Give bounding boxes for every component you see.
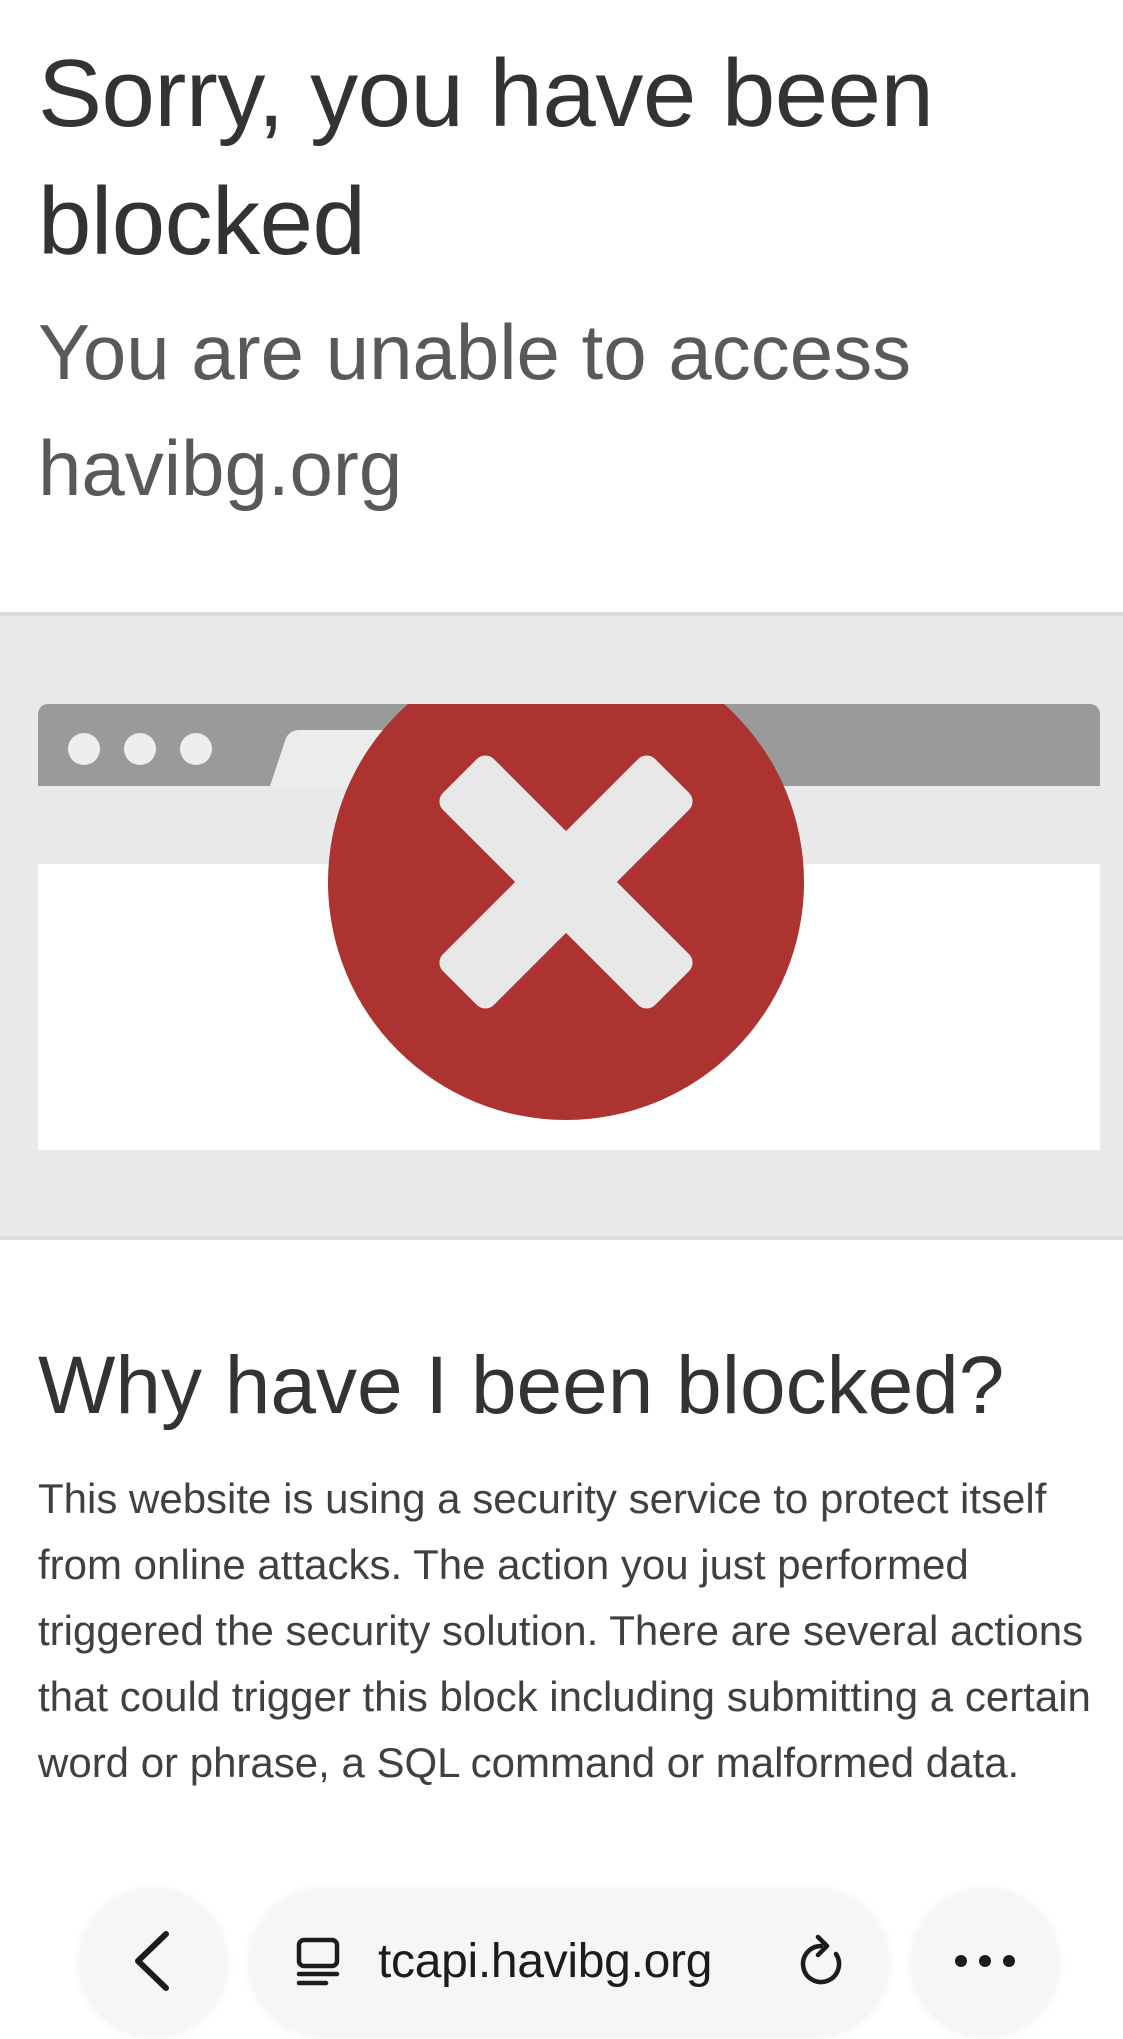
reload-icon[interactable]: [794, 1934, 848, 1990]
more-options-button[interactable]: [912, 1888, 1058, 2034]
chevron-left-icon: [135, 1931, 169, 1991]
blocked-banner: [0, 612, 1123, 1240]
explanation-section: Why have I been blocked? This website is…: [38, 1336, 1098, 1796]
blocked-page: Sorry, you have been blocked You are una…: [0, 0, 1123, 2039]
address-bar[interactable]: tcapi.havibg.org: [250, 1888, 888, 2034]
explanation-body: This website is using a security service…: [38, 1475, 1091, 1786]
explanation-heading: Why have I been blocked?: [38, 1340, 1005, 1431]
blocked-browser-x-icon: [38, 704, 1100, 1150]
page-header: Sorry, you have been blocked You are una…: [38, 30, 1098, 526]
page-subtitle: You are unable to access havibg.org: [38, 308, 912, 512]
window-dot: [180, 733, 212, 765]
browser-bottom-toolbar: tcapi.havibg.org: [0, 1880, 1123, 2039]
back-button[interactable]: [80, 1888, 226, 2034]
page-title: Sorry, you have been blocked: [38, 40, 934, 275]
ellipsis-icon: [955, 1955, 1015, 1967]
window-dot: [124, 733, 156, 765]
url-text: tcapi.havibg.org: [378, 1934, 713, 1988]
window-dot: [68, 733, 100, 765]
reader-icon: [296, 1937, 340, 1986]
